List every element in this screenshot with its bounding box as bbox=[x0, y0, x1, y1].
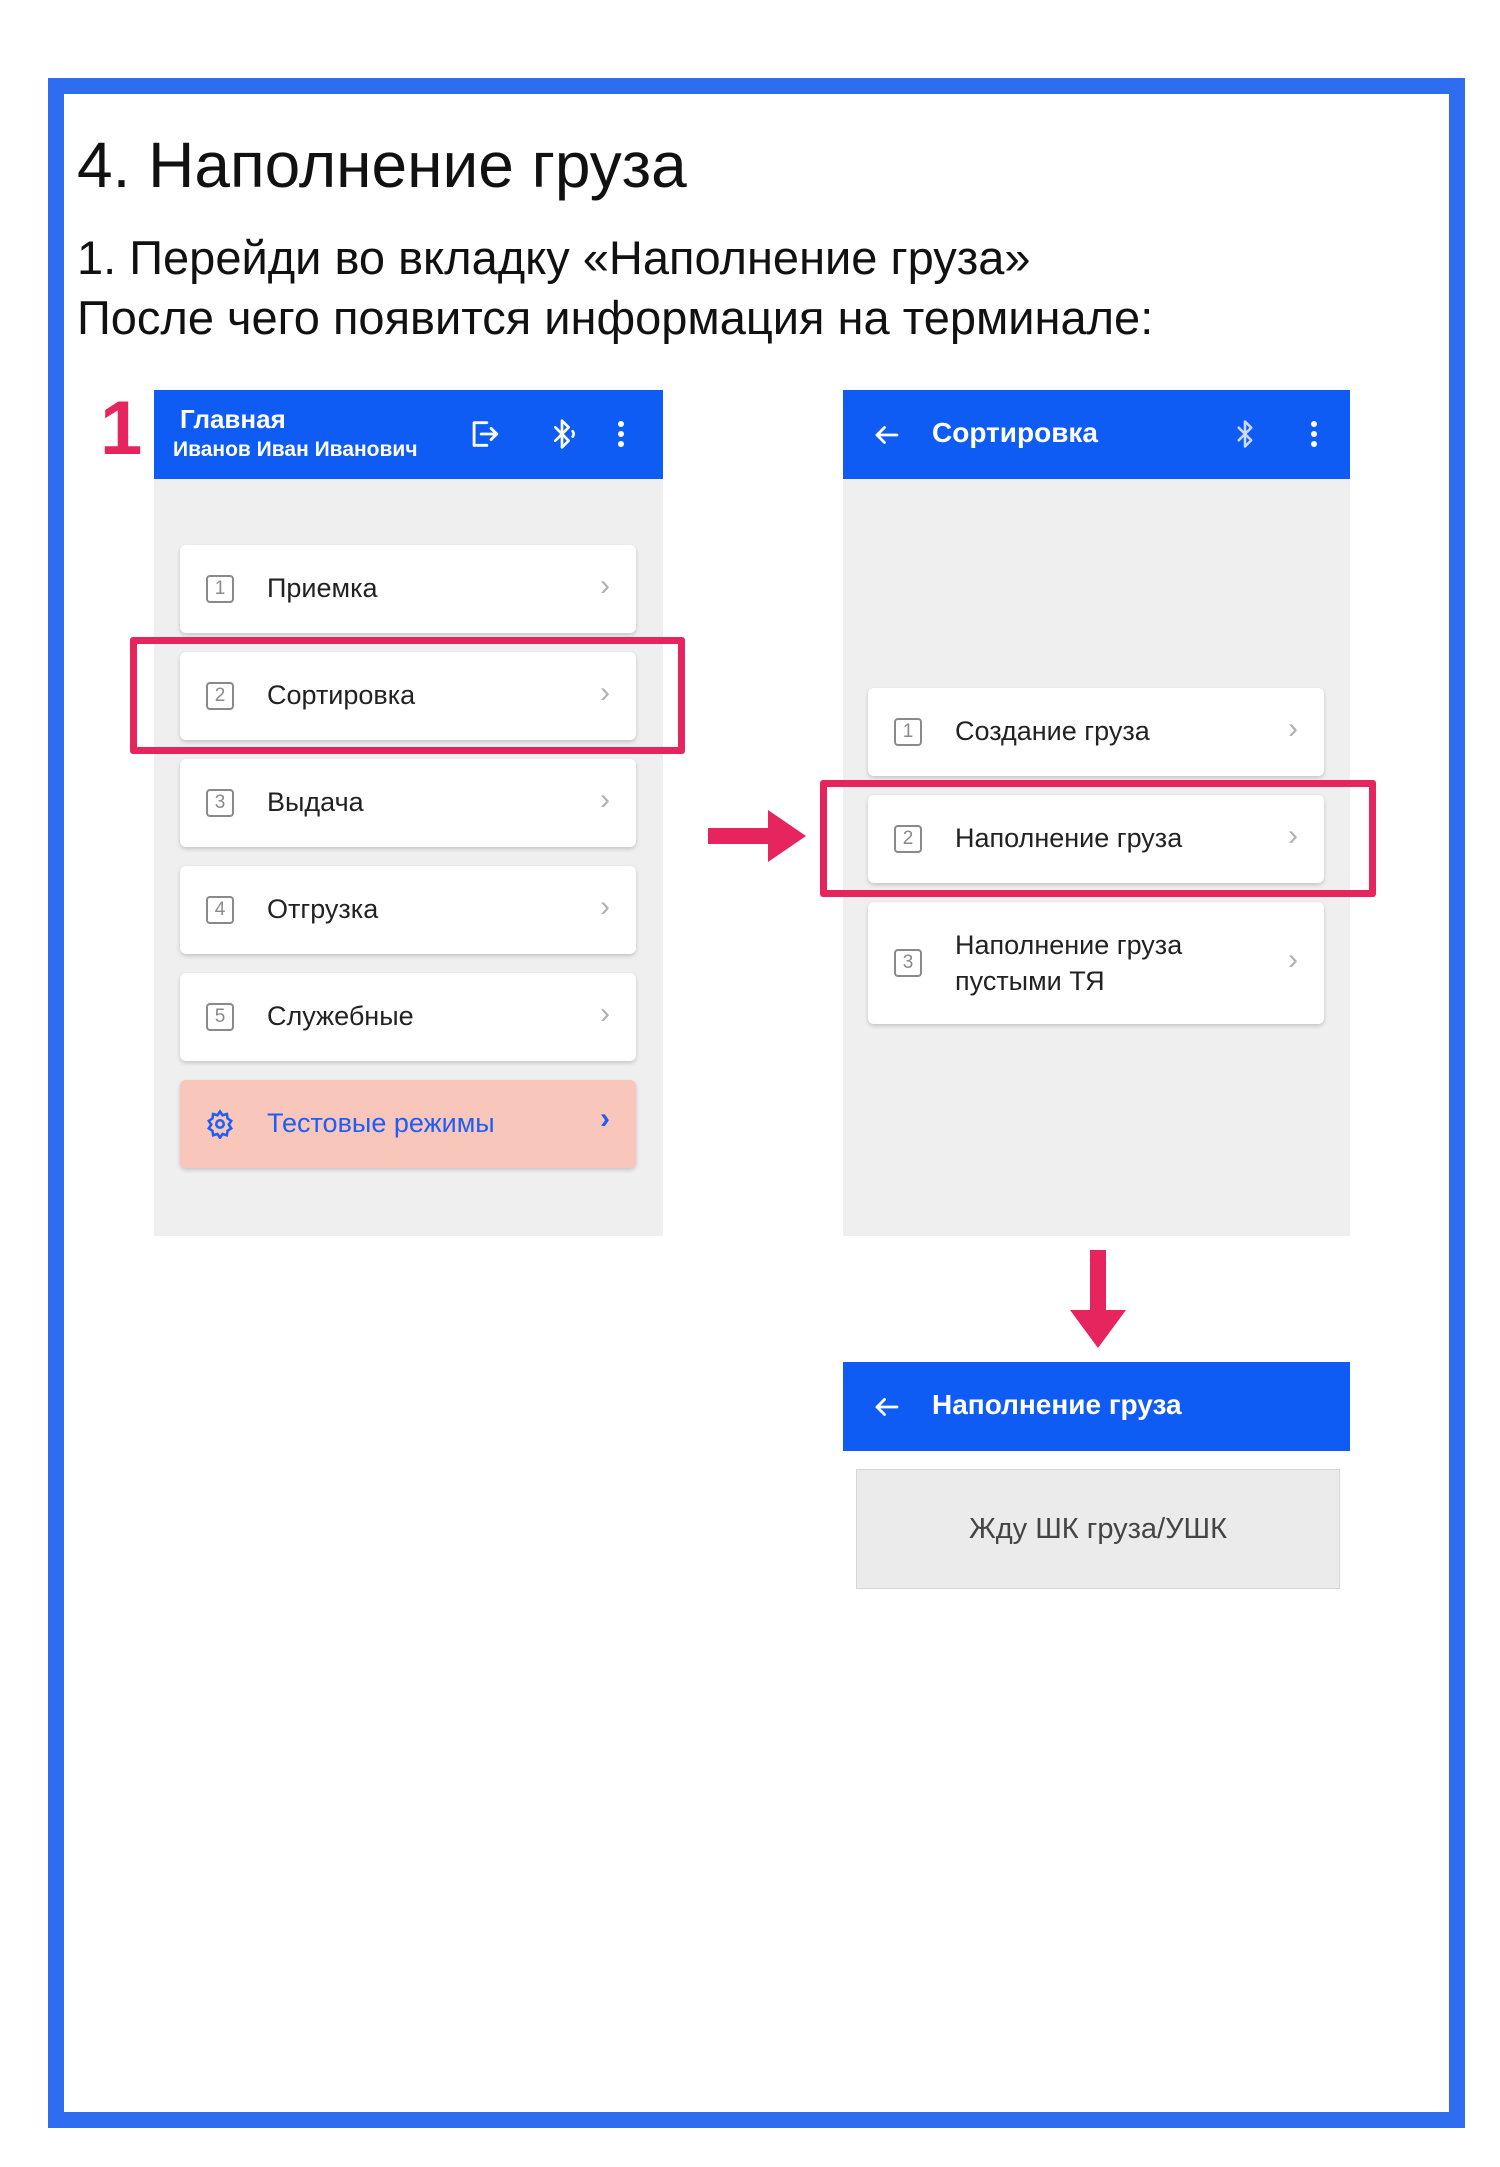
item-number: 4 bbox=[206, 896, 234, 924]
item-label: Приемка bbox=[267, 573, 378, 603]
item-label: Тестовые режимы bbox=[267, 1108, 495, 1138]
step-marker: 1 bbox=[100, 386, 143, 471]
item-label-line-2: пустыми ТЯ bbox=[955, 966, 1105, 996]
chevron-right-icon: › bbox=[600, 569, 610, 602]
menu-item-3[interactable]: 3 Выдача › bbox=[180, 759, 636, 847]
chevron-right-icon: › bbox=[600, 890, 610, 923]
scan-status: Жду ШК груза/УШК bbox=[856, 1469, 1340, 1589]
arrow-right-icon bbox=[708, 808, 808, 864]
sort-item-1[interactable]: 1 Создание груза › bbox=[868, 688, 1324, 776]
highlight-fill-item bbox=[820, 780, 1376, 897]
main-screen: Главная Иванов Иван Иванович 1 Приемка ›… bbox=[154, 390, 663, 1236]
chevron-right-icon: › bbox=[1288, 943, 1298, 976]
item-label: Отгрузка bbox=[267, 894, 379, 924]
item-number: 3 bbox=[206, 789, 234, 817]
fill-title: Наполнение груза bbox=[932, 1389, 1182, 1420]
chevron-right-icon: › bbox=[600, 997, 610, 1030]
menu-item-test-modes[interactable]: Тестовые режимы › bbox=[180, 1080, 636, 1168]
back-arrow-icon[interactable] bbox=[867, 415, 907, 455]
main-title: Главная bbox=[180, 404, 286, 434]
menu-item-1[interactable]: 1 Приемка › bbox=[180, 545, 636, 633]
item-number: 1 bbox=[894, 718, 922, 746]
chevron-right-icon: › bbox=[1288, 712, 1298, 745]
bluetooth-icon[interactable] bbox=[542, 414, 582, 454]
item-number: 1 bbox=[206, 575, 234, 603]
back-arrow-icon[interactable] bbox=[867, 1387, 907, 1427]
menu-item-5[interactable]: 5 Служебные › bbox=[180, 973, 636, 1061]
arrow-down-icon bbox=[1068, 1250, 1128, 1350]
chevron-right-icon: › bbox=[600, 1102, 610, 1135]
logout-icon[interactable] bbox=[464, 414, 504, 454]
sort-item-3[interactable]: 3 Наполнение груза пустыми ТЯ › bbox=[868, 902, 1324, 1024]
gear-icon bbox=[204, 1108, 236, 1140]
fill-screen: Наполнение груза bbox=[843, 1362, 1350, 1451]
item-number: 5 bbox=[206, 1003, 234, 1031]
item-label: Выдача bbox=[267, 787, 364, 817]
item-label: Создание груза bbox=[955, 716, 1150, 746]
sort-title: Сортировка bbox=[932, 417, 1098, 448]
main-appbar: Главная Иванов Иван Иванович bbox=[154, 390, 663, 479]
item-label-line-1: Наполнение груза bbox=[955, 930, 1183, 960]
item-label: Служебные bbox=[267, 1001, 414, 1031]
sort-appbar: Сортировка bbox=[843, 390, 1350, 479]
more-vertical-icon[interactable] bbox=[606, 414, 636, 454]
instruction-line-2: После чего появится информация на термин… bbox=[77, 291, 1154, 344]
user-name: Иванов Иван Иванович bbox=[173, 438, 418, 461]
chevron-right-icon: › bbox=[600, 783, 610, 816]
page-heading: 4. Наполнение груза bbox=[77, 129, 687, 201]
highlight-sort-item bbox=[130, 637, 685, 754]
fill-appbar: Наполнение груза bbox=[843, 1362, 1350, 1451]
menu-item-4[interactable]: 4 Отгрузка › bbox=[180, 866, 636, 954]
bluetooth-icon[interactable] bbox=[1225, 414, 1265, 454]
item-number: 3 bbox=[894, 949, 922, 977]
instructions: 1. Перейди во вкладку «Наполнение груза»… bbox=[77, 228, 1153, 348]
instruction-line-1: 1. Перейди во вкладку «Наполнение груза» bbox=[77, 231, 1031, 284]
more-vertical-icon[interactable] bbox=[1299, 414, 1329, 454]
